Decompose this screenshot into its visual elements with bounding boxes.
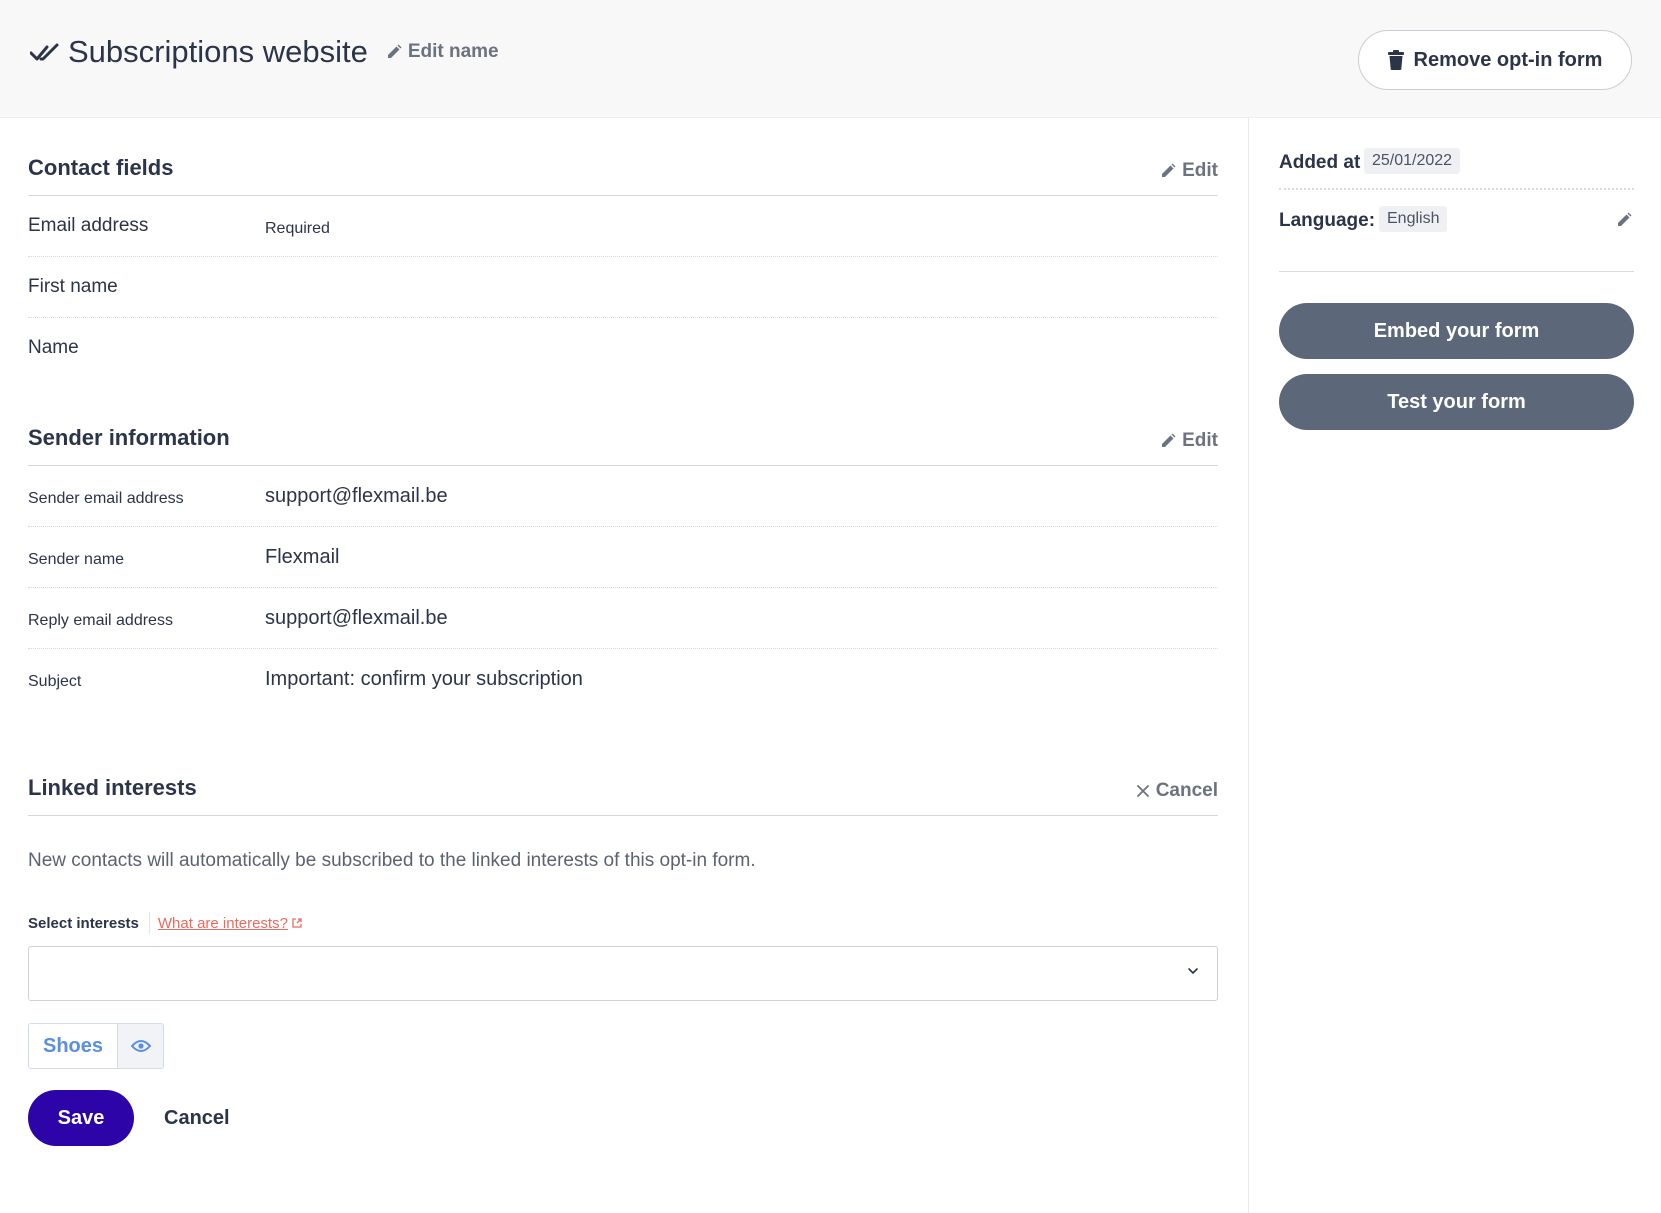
sidebar: Added at 25/01/2022 Language: English Em… [1279, 118, 1634, 430]
what-are-interests-text: What are interests? [157, 914, 288, 932]
required-badge: Required [265, 220, 330, 237]
contact-field-label: First name [28, 276, 118, 297]
title-wrap: Subscriptions website Edit name [30, 34, 499, 70]
cancel-button[interactable]: Cancel [164, 1107, 230, 1130]
sender-info-value: Flexmail [265, 546, 340, 568]
sender-info-value: support@flexmail.be [265, 607, 448, 629]
language-row: Language: English [1279, 190, 1634, 272]
contact-field-row: First name [28, 257, 1218, 318]
sender-info-row: Sender name Flexmail [28, 527, 1218, 588]
select-interests-label-row: Select interests What are interests? [28, 912, 1218, 934]
linked-interests-title: Linked interests [28, 775, 197, 800]
remove-opt-in-form-button[interactable]: Remove opt-in form [1358, 30, 1632, 90]
form-actions: Save Cancel [28, 1090, 1218, 1146]
what-are-interests-link[interactable]: What are interests? [158, 915, 302, 932]
double-check-icon [30, 43, 59, 61]
main-content: Contact fields Edit Email address Requir… [28, 118, 1218, 1146]
added-at-row: Added at 25/01/2022 [1279, 118, 1634, 190]
external-link-icon [292, 918, 302, 928]
test-your-form-button[interactable]: Test your form [1279, 374, 1634, 430]
language-label: Language: [1279, 210, 1376, 231]
sender-information-header: Sender information Edit [28, 379, 1218, 466]
save-button[interactable]: Save [28, 1090, 134, 1146]
language-value: English [1379, 206, 1448, 232]
pencil-icon [1162, 163, 1176, 177]
contact-fields-edit-button[interactable]: Edit [1160, 160, 1218, 182]
pencil-icon [387, 44, 402, 58]
contact-field-row: Email address Required [28, 196, 1218, 257]
eye-icon [130, 1040, 151, 1052]
linked-interests-header: Linked interests Cancel [28, 710, 1218, 816]
sender-info-row: Sender email address support@flexmail.be [28, 466, 1218, 527]
sidebar-divider [1248, 118, 1249, 1213]
contact-field-row: Name [28, 318, 1218, 379]
sender-info-row: Subject Important: confirm your subscrip… [28, 649, 1218, 710]
added-at-date: 25/01/2022 [1364, 148, 1461, 174]
interests-select[interactable] [28, 946, 1218, 1001]
page-header: Subscriptions website Edit name Remove o… [0, 0, 1661, 118]
remove-opt-in-form-label: Remove opt-in form [1413, 48, 1603, 71]
linked-interests-cancel-label: Cancel [1155, 780, 1218, 801]
sender-information-edit-label: Edit [1182, 430, 1218, 451]
sender-info-label: Sender name [28, 551, 125, 568]
contact-field-label: Name [28, 337, 79, 358]
sender-info-label: Subject [28, 673, 82, 690]
contact-fields-title: Contact fields [28, 155, 174, 180]
interest-tag-label: Shoes [29, 1024, 118, 1068]
chevron-down-icon [1188, 968, 1198, 975]
added-at-label: Added at [1279, 152, 1361, 173]
interest-tag: Shoes [28, 1023, 165, 1069]
contact-fields-header: Contact fields Edit [28, 118, 1218, 196]
label-separator [148, 912, 150, 934]
sender-info-label: Reply email address [28, 612, 173, 629]
sender-info-label: Sender email address [28, 490, 184, 507]
page-title: Subscriptions website [68, 34, 368, 69]
sender-info-value: Important: confirm your subscription [265, 668, 583, 690]
contact-fields-edit-label: Edit [1182, 160, 1218, 181]
sender-information-title: Sender information [28, 425, 230, 450]
pencil-icon[interactable] [1616, 212, 1632, 228]
sender-info-row: Reply email address support@flexmail.be [28, 588, 1218, 649]
sender-information-edit-button[interactable]: Edit [1160, 430, 1218, 452]
embed-your-form-button[interactable]: Embed your form [1279, 303, 1634, 359]
edit-name-label: Edit name [407, 41, 499, 62]
select-interests-label: Select interests [28, 914, 139, 932]
preview-interest-button[interactable] [117, 1024, 164, 1068]
linked-interests-cancel-button[interactable]: Cancel [1136, 780, 1218, 802]
sender-info-value: support@flexmail.be [265, 485, 448, 507]
trash-icon [1387, 50, 1404, 70]
contact-field-label: Email address [28, 215, 149, 236]
pencil-icon [1162, 433, 1176, 447]
edit-name-button[interactable]: Edit name [386, 41, 499, 63]
close-icon [1136, 785, 1149, 797]
linked-interests-intro: New contacts will automatically be subsc… [28, 850, 756, 871]
